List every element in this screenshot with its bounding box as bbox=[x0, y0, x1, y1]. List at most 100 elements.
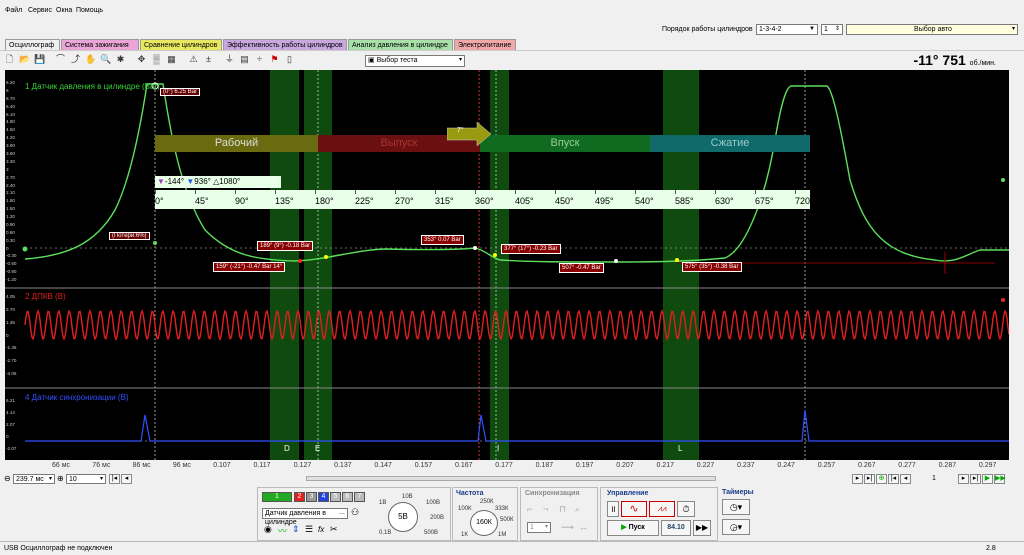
channel-5-button[interactable]: 5 bbox=[330, 492, 341, 502]
tab-oscilloscope[interactable]: Осциллограф bbox=[5, 39, 60, 50]
zoom-icon[interactable]: 🔍 bbox=[100, 54, 111, 65]
x-tick-label: 76 мс bbox=[92, 462, 111, 469]
start-button[interactable]: ▶ Пуск bbox=[607, 520, 659, 536]
filter-icon[interactable]: ⏚ bbox=[224, 54, 235, 65]
trace-point[interactable] bbox=[1001, 178, 1005, 182]
trace-point[interactable] bbox=[324, 255, 328, 259]
play-green-icon[interactable]: ▶ bbox=[982, 474, 993, 484]
tab-cylinder-compare[interactable]: Сравнение цилиндров bbox=[140, 39, 222, 50]
x-tick-label: 66 мс bbox=[52, 462, 71, 469]
menu-service[interactable]: Сервис bbox=[28, 7, 52, 14]
trace-point[interactable] bbox=[493, 253, 497, 257]
cursor-icon[interactable]: ⤴ bbox=[70, 54, 81, 65]
channel-7-button[interactable]: 7 bbox=[354, 492, 365, 502]
fast-play-icon[interactable]: ▶▶ bbox=[994, 474, 1006, 484]
timer-icon[interactable]: ⏱ bbox=[677, 501, 695, 517]
tools-icon[interactable]: ✂ bbox=[330, 524, 338, 535]
timer-clock-icon[interactable]: ◷▾ bbox=[722, 499, 750, 515]
channel-1-button[interactable]: 1 bbox=[262, 492, 292, 502]
channel-3-button[interactable]: 3 bbox=[306, 492, 317, 502]
marker-d[interactable]: D bbox=[284, 444, 290, 453]
degree-tick-mark bbox=[195, 190, 196, 194]
zoom-sync-icon[interactable]: ⌕ bbox=[575, 504, 580, 515]
warning-icon[interactable]: ⚠ bbox=[188, 54, 199, 65]
phase-power: Рабочий bbox=[155, 135, 318, 152]
add-page-icon[interactable]: ⊕ bbox=[876, 474, 887, 484]
timer-stop-icon[interactable]: ◶▾ bbox=[722, 519, 750, 535]
grid-icon[interactable]: ▦ bbox=[166, 54, 177, 65]
lasso-icon[interactable]: ⌒ bbox=[55, 54, 66, 65]
prev-page-icon[interactable]: ◂ bbox=[121, 474, 132, 484]
new-file-icon[interactable]: 🗋 bbox=[4, 54, 15, 65]
trace-point[interactable] bbox=[1001, 298, 1005, 302]
sync-level-icon[interactable]: ⟿ bbox=[561, 522, 574, 533]
sine-mode-icon[interactable]: ∿ bbox=[621, 501, 647, 517]
sync-move-icon[interactable]: ↔ bbox=[579, 522, 588, 532]
fit-icon[interactable]: ✥ bbox=[136, 54, 147, 65]
last-page-icon[interactable]: ▸| bbox=[970, 474, 981, 484]
step-forward-icon[interactable]: ▸ bbox=[958, 474, 969, 484]
oscilloscope-display[interactable]: 1 Датчик давления в цилиндре (Bar) (0°) … bbox=[5, 70, 1009, 460]
marker-e[interactable]: E bbox=[315, 444, 320, 453]
eye-icon[interactable]: ◉ bbox=[264, 524, 272, 535]
falling-edge-icon[interactable]: ¬ bbox=[543, 504, 548, 514]
scroll-bar[interactable] bbox=[306, 476, 716, 481]
table-icon[interactable]: ▤ bbox=[239, 54, 250, 65]
timebase-select[interactable]: 239.7 мс ▾ bbox=[13, 474, 55, 484]
wave-icon[interactable]: 〰 bbox=[278, 524, 287, 537]
trace-point[interactable] bbox=[614, 259, 618, 263]
next-mark-icon[interactable]: ▸| bbox=[864, 474, 875, 484]
channel-sensor-select[interactable]: Датчик давления в цилиндре… bbox=[262, 508, 348, 526]
lines-icon[interactable]: ☰ bbox=[305, 524, 313, 535]
invert-icon[interactable]: ⇕ bbox=[292, 524, 300, 535]
zoom-in-icon[interactable]: ⊕ bbox=[57, 474, 64, 483]
open-folder-icon[interactable]: 📂 bbox=[19, 54, 30, 65]
flag-icon[interactable]: ⚑ bbox=[269, 54, 280, 65]
menu-help[interactable]: Помощь bbox=[76, 7, 103, 14]
probe-icon[interactable]: ⚇ bbox=[351, 507, 359, 518]
pattern-icon[interactable]: ▒ bbox=[151, 54, 162, 65]
save-icon[interactable]: 💾 bbox=[34, 54, 45, 65]
channel-2-button[interactable]: 2 bbox=[294, 492, 305, 502]
multi-wave-icon[interactable]: ⩘⩘ bbox=[649, 501, 675, 517]
trace-point[interactable] bbox=[298, 259, 302, 263]
auto-play-icon[interactable]: ▶▶ bbox=[693, 520, 711, 536]
tab-ignition[interactable]: Система зажигания bbox=[61, 39, 139, 50]
zoom-out-icon[interactable]: ⊖ bbox=[4, 474, 11, 483]
frequency-knob[interactable]: 160К bbox=[470, 510, 498, 536]
test-select[interactable]: ▣ Выбор теста ▾ bbox=[365, 55, 465, 67]
marker-l[interactable]: L bbox=[678, 444, 682, 453]
cyl-order-select[interactable]: 1-3-4-2 ▼ bbox=[756, 24, 818, 35]
sync-channel-select[interactable]: 1 ▾ bbox=[527, 522, 551, 533]
cylinder-stepper[interactable]: 1 ⇕ bbox=[821, 24, 843, 35]
voltage-knob[interactable]: 5В bbox=[388, 502, 418, 532]
tab-cylinder-efficiency[interactable]: Эффективность работы цилиндров bbox=[223, 39, 347, 50]
play-icon[interactable]: ▸ bbox=[852, 474, 863, 484]
marker-icon[interactable]: ✱ bbox=[115, 54, 126, 65]
zero-icon[interactable]: ± bbox=[203, 54, 214, 65]
document-icon[interactable]: ▯ bbox=[284, 54, 295, 65]
zoom-select[interactable]: 10 ▾ bbox=[66, 474, 106, 484]
formula-icon[interactable]: fx bbox=[318, 525, 324, 534]
rising-edge-icon[interactable]: ⌐ bbox=[527, 504, 532, 514]
step-back-icon[interactable]: ◂ bbox=[900, 474, 911, 484]
hand-icon[interactable]: ✋ bbox=[85, 54, 96, 65]
pause-icon[interactable]: ॥ bbox=[607, 501, 619, 517]
y-tick-label: 2.70 bbox=[6, 306, 15, 312]
menu-file[interactable]: Файл bbox=[5, 7, 22, 14]
first-page-icon[interactable]: |◂ bbox=[109, 474, 120, 484]
pulse-icon[interactable]: ⊓ bbox=[559, 504, 566, 515]
tab-power-supply[interactable]: Электропитание bbox=[454, 39, 516, 50]
trace-point[interactable] bbox=[473, 246, 477, 250]
trace-point[interactable] bbox=[675, 258, 679, 262]
divide-icon[interactable]: ÷ bbox=[254, 54, 265, 65]
channel-6-button[interactable]: 6 bbox=[342, 492, 353, 502]
tab-pressure-analysis[interactable]: Анализ давления в цилиндре bbox=[348, 39, 453, 50]
car-select[interactable]: Выбор авто ▾ bbox=[846, 24, 1018, 35]
ch1-peak-label: (0°) 6.25 Bar bbox=[160, 88, 201, 96]
marker-i[interactable]: I bbox=[497, 444, 499, 453]
menu-windows[interactable]: Окна bbox=[56, 7, 72, 14]
prev-mark-icon[interactable]: |◂ bbox=[888, 474, 899, 484]
trace-point[interactable] bbox=[153, 241, 157, 245]
channel-4-button[interactable]: 4 bbox=[318, 492, 329, 502]
